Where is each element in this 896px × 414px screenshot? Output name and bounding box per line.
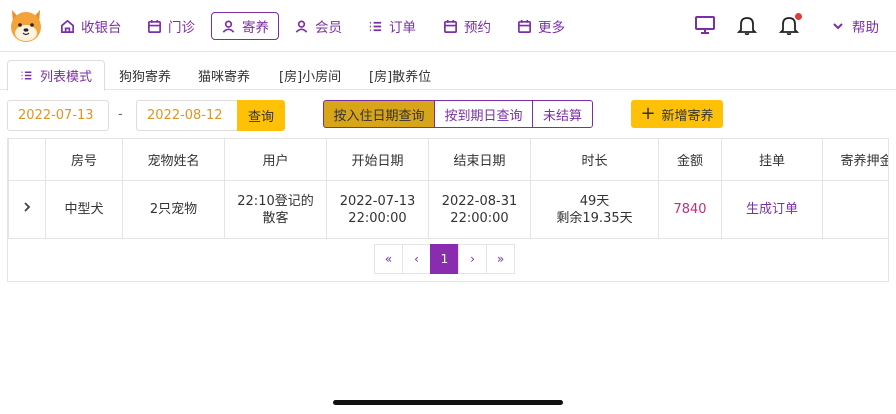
start-date-input[interactable]: 2022-07-13 [7,100,109,131]
pagination: « ‹ 1 › » [374,244,515,274]
col-header-pending: 挂单 [721,138,823,181]
segment-checkin-date[interactable]: 按入住日期查询 [323,100,435,128]
calendar-icon [148,19,161,33]
help-button[interactable]: 帮助 [832,12,879,40]
bell-icon[interactable] [736,14,758,36]
nav-item-appointments[interactable]: 预约 [443,12,491,40]
col-header-start-date: 开始日期 [326,138,429,181]
nav-item-members[interactable]: 会员 [294,12,342,40]
notification-dot [795,13,802,20]
segment-due-date[interactable]: 按到期日查询 [434,100,533,128]
nav-item-boarding[interactable]: 寄养 [211,12,279,40]
cell-pet: 2只宠物 [122,180,225,239]
shiba-logo-icon [11,10,41,42]
first-page-button[interactable]: « [374,244,403,274]
col-header-amount: 金额 [658,138,722,181]
top-navigation: 收银台 门诊 寄养 会员 订单 预约 更多 帮助 [0,0,896,52]
calendar-icon [444,19,457,33]
col-header-pet-name: 宠物姓名 [122,138,225,181]
chevron-down-icon [833,23,843,30]
home-icon [61,19,74,33]
query-button[interactable]: 查询 [237,100,285,131]
col-header-expand [8,138,46,181]
table-header-row: 房号 宠物姓名 用户 开始日期 结束日期 时长 金额 挂单 寄养押金 [8,138,888,181]
cell-amount: 7840 [658,180,722,239]
cell-deposit [822,180,888,239]
tab-dog-boarding[interactable]: 狗狗寄养 [119,60,171,90]
plus-icon: + [640,103,656,124]
tab-cat-boarding[interactable]: 猫咪寄养 [198,60,250,90]
message-bell-icon[interactable] [778,13,802,36]
list-icon [21,71,32,80]
view-tabs: 列表模式 狗狗寄养 猫咪寄养 [房]小房间 [房]散养位 [0,58,896,91]
list-icon [369,21,382,31]
calendar-icon [518,19,531,33]
date-separator: - [118,107,123,122]
tab-list-mode[interactable]: 列表模式 [7,60,106,91]
cell-duration: 49天 剩余19.35天 [530,180,659,239]
col-header-end-date: 结束日期 [428,138,531,181]
generate-order-link[interactable]: 生成订单 [721,180,823,239]
nav-item-clinic[interactable]: 门诊 [147,12,195,40]
cell-end-date: 2022-08-31 22:00:00 [428,180,531,239]
cell-start-date: 2022-07-13 22:00:00 [326,180,429,239]
expand-row-button[interactable] [8,180,46,239]
nav-item-more[interactable]: 更多 [517,12,565,40]
add-boarding-button[interactable]: + 新增寄养 [631,100,723,128]
col-header-duration: 时长 [530,138,659,181]
tab-small-room[interactable]: [房]小房间 [279,60,341,90]
user-icon [295,20,308,33]
page-button-current[interactable]: 1 [430,244,459,274]
next-page-button[interactable]: › [458,244,487,274]
segment-unsettled[interactable]: 未结算 [532,100,593,128]
prev-page-button[interactable]: ‹ [402,244,431,274]
nav-item-orders[interactable]: 订单 [368,12,416,40]
monitor-icon[interactable] [694,14,716,36]
nav-item-cashier[interactable]: 收银台 [60,12,122,40]
user-icon [222,20,235,33]
home-indicator [333,400,563,405]
table-row[interactable]: 中型犬 2只宠物 22:10登记的 散客 2022-07-13 22:00:00… [8,180,888,239]
col-header-deposit: 寄养押金 [822,138,888,181]
end-date-input[interactable]: 2022-08-12 [136,100,240,131]
col-header-user: 用户 [224,138,327,181]
col-header-room: 房号 [45,138,123,181]
chevron-right-icon [24,202,31,212]
cell-room: 中型犬 [45,180,123,239]
tab-free-range[interactable]: [房]散养位 [369,60,431,90]
cell-user: 22:10登记的 散客 [224,180,327,239]
last-page-button[interactable]: » [486,244,515,274]
